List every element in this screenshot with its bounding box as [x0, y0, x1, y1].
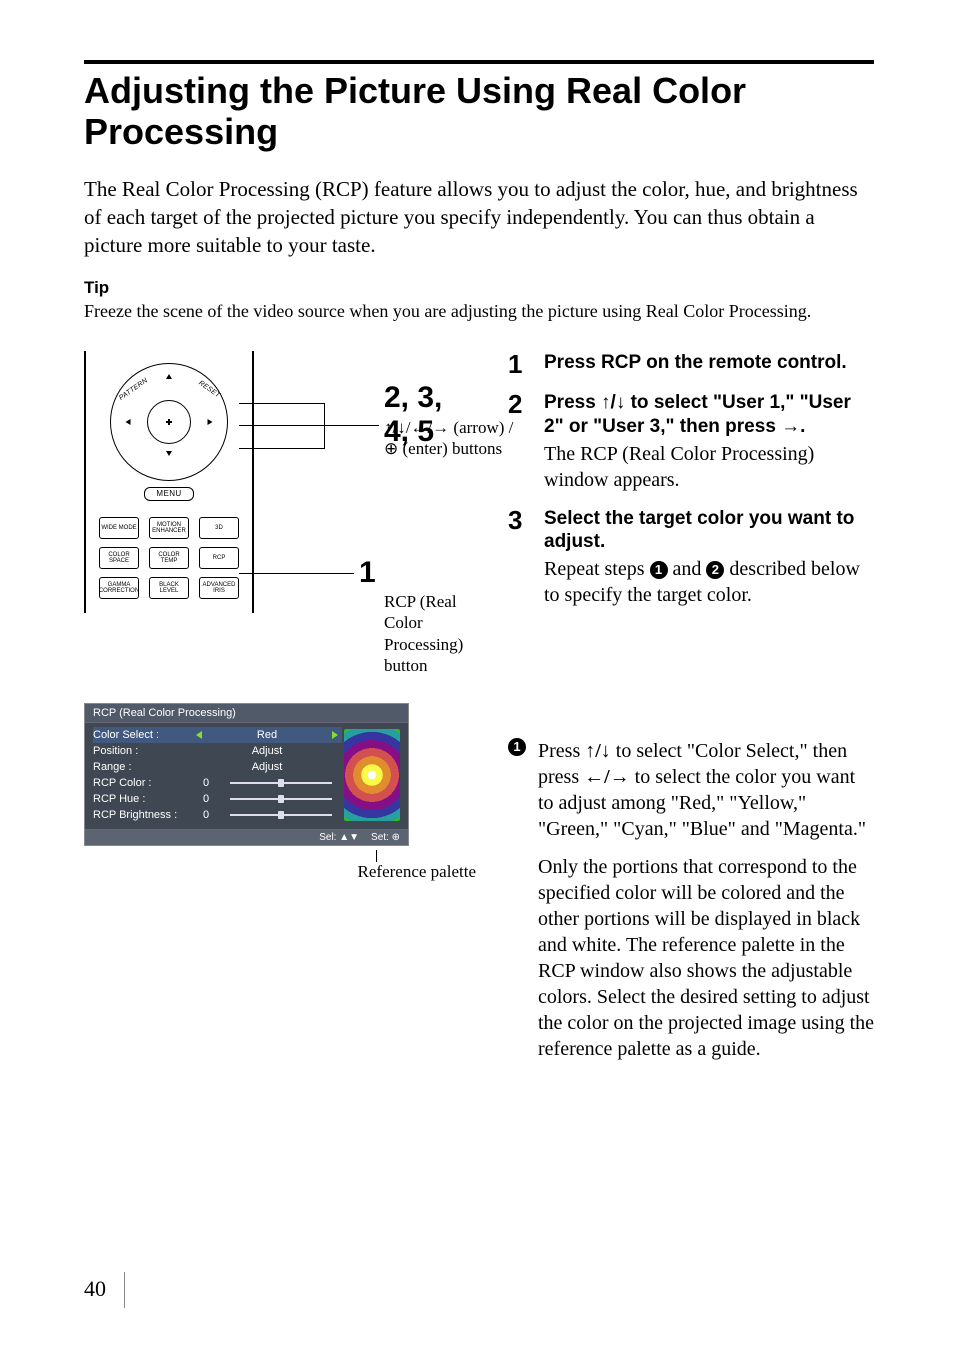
rcp-label: RCP Brightness :	[93, 809, 188, 821]
rcp-label: RCP Hue :	[93, 793, 188, 805]
callout-text-bottom: RCP (Real Color Processing) button	[384, 591, 494, 676]
rcp-label: RCP Color :	[93, 777, 188, 789]
substep-1: 1 Press ↑/↓ to select "Color Select," th…	[508, 738, 874, 1074]
rcp-row: Range : Adjust	[93, 759, 338, 775]
callout-text-top: ↑/↓/←/→ (arrow) / ⊕ (enter) buttons	[384, 417, 524, 460]
callout-number-bottom: 1	[359, 556, 376, 590]
rcp-row: RCP Hue : 0	[93, 791, 338, 807]
substep-paragraph: Only the portions that correspond to the…	[538, 854, 874, 1062]
slider-icon	[230, 782, 332, 784]
circled-1-icon: 1	[650, 561, 668, 579]
slider-icon	[230, 814, 332, 816]
step-1: 1 Press RCP on the remote control.	[508, 351, 874, 377]
remote-button: WIDE MODE	[99, 517, 139, 539]
step-number: 3	[508, 507, 532, 609]
remote-button: 3D	[199, 517, 239, 539]
menu-button: MENU	[144, 487, 194, 501]
remote-button: COLOR SPACE	[99, 547, 139, 569]
section-rule	[84, 60, 874, 64]
left-arrow-icon	[196, 731, 202, 739]
remote-button: MOTION ENHANCER	[149, 517, 189, 539]
page-number: 40	[84, 1276, 106, 1302]
rcp-window: RCP (Real Color Processing) Color Select…	[84, 703, 409, 846]
rcp-row: RCP Brightness : 0	[93, 807, 338, 823]
remote-button-rcp: RCP	[199, 547, 239, 569]
left-right-arrow-icon: ←/→	[584, 764, 630, 790]
rcp-row: Position : Adjust	[93, 743, 338, 759]
rcp-footer: Sel: ▲▼ Set: ⊕	[85, 829, 408, 845]
step-3: 3 Select the target color you want to ad…	[508, 507, 874, 609]
rcp-value: Red	[210, 729, 324, 741]
intro-paragraph: The Real Color Processing (RCP) feature …	[84, 175, 874, 260]
rcp-value: 0	[196, 793, 216, 805]
step-heading: Press ↑/↓ to select "User 1," "User 2" o…	[544, 391, 874, 439]
page-title: Adjusting the Picture Using Real Color P…	[84, 70, 874, 153]
step-paragraph: The RCP (Real Color Processing) window a…	[544, 441, 874, 493]
page-rule	[124, 1272, 125, 1308]
remote-button: ADVANCED IRIS	[199, 577, 239, 599]
step-2: 2 Press ↑/↓ to select "User 1," "User 2"…	[508, 391, 874, 493]
footer-set-label: Set:	[371, 832, 389, 843]
step-heading: Press RCP on the remote control.	[544, 351, 874, 375]
reference-palette-label: Reference palette	[358, 862, 476, 882]
rcp-value: Adjust	[196, 761, 338, 773]
circled-2-icon: 2	[706, 561, 724, 579]
remote-button: BLACK LEVEL	[149, 577, 189, 599]
up-down-arrow-icon: ↑/↓	[601, 391, 625, 415]
footer-sel-label: Sel:	[319, 832, 336, 843]
up-down-arrow-icon: ↑/↓	[585, 738, 611, 764]
rcp-label: Range :	[93, 761, 188, 773]
reset-label: RESET	[197, 380, 221, 400]
rcp-row-color-select: Color Select : Red	[93, 727, 342, 743]
right-arrow-icon	[332, 731, 338, 739]
circled-1-icon: 1	[508, 738, 526, 756]
rcp-label: Position :	[93, 745, 188, 757]
tip-body: Freeze the scene of the video source whe…	[84, 300, 874, 323]
step-paragraph: Repeat steps 1 and 2 described below to …	[544, 556, 874, 608]
rcp-label: Color Select :	[93, 729, 188, 741]
dpad-icon: PATTERN RESET	[110, 363, 228, 481]
remote-diagram: PATTERN RESET MENU WIDE MODE MOTION ENHA…	[84, 351, 474, 613]
rcp-value: Adjust	[196, 745, 338, 757]
remote-button-grid: WIDE MODE MOTION ENHANCER 3D COLOR SPACE…	[94, 517, 244, 599]
tip-label: Tip	[84, 278, 874, 298]
rcp-row: RCP Color : 0	[93, 775, 338, 791]
reference-palette-icon	[344, 729, 400, 821]
step-number: 1	[508, 351, 532, 377]
rcp-value: 0	[196, 777, 216, 789]
pattern-label: PATTERN	[118, 377, 149, 402]
step-heading: Select the target color you want to adju…	[544, 507, 874, 555]
rcp-value: 0	[196, 809, 216, 821]
rcp-window-title: RCP (Real Color Processing)	[85, 704, 408, 723]
slider-icon	[230, 798, 332, 800]
substep-paragraph: Press ↑/↓ to select "Color Select," then…	[538, 738, 874, 842]
right-arrow-icon: →	[781, 415, 800, 439]
remote-button: COLOR TEMP	[149, 547, 189, 569]
remote-button: GAMMA CORRECTION	[99, 577, 139, 599]
